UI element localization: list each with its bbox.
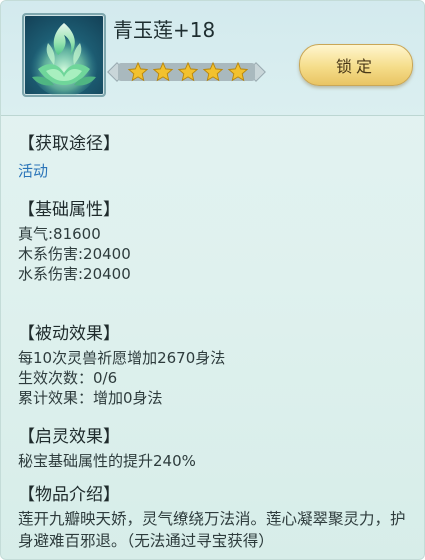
base-attr-line: 木系伤害:20400: [18, 245, 131, 263]
awaken-effect-line: 秘宝基础属性的提升240%: [18, 452, 196, 470]
passive-effect-section: 【被动效果】 每10次灵兽祈愿增加2670身法 生效次数：0/6 累计效果：增加…: [18, 319, 225, 408]
item-header: 青玉莲+18 锁定: [1, 1, 424, 116]
star-icon: [152, 61, 174, 82]
obtain-section: 【获取途径】 活动: [18, 129, 120, 181]
base-attributes-section: 【基础属性】 真气:81600 木系伤害:20400 水系伤害:20400: [18, 195, 131, 284]
passive-effect-title: 【被动效果】: [18, 324, 120, 344]
item-intro-text: 莲开九瓣映天娇，灵气缭绕万法消。莲心凝翠聚灵力，护身避难百邪退。（无法通过寻宝获…: [18, 510, 406, 550]
base-attributes-title: 【基础属性】: [18, 200, 120, 220]
passive-effect-line: 累计效果：增加0身法: [18, 389, 163, 407]
passive-effect-line: 每10次灵兽祈愿增加2670身法: [18, 349, 226, 367]
star-rating: [107, 59, 266, 85]
item-intro-section: 【物品介绍】 莲开九瓣映天娇，灵气缭绕万法消。莲心凝翠聚灵力，护身避难百邪退。（…: [18, 480, 413, 552]
item-icon-frame: [22, 13, 106, 97]
star-icon: [202, 61, 224, 82]
item-tooltip-panel: 青玉莲+18 锁定 【获取途径】 活动 【基础属性】 真气:81600 木系伤害…: [0, 0, 425, 560]
obtain-source-link[interactable]: 活动: [18, 160, 120, 181]
base-attr-line: 水系伤害:20400: [18, 265, 131, 283]
lock-button[interactable]: 锁定: [299, 44, 413, 86]
obtain-title: 【获取途径】: [18, 134, 120, 154]
base-attr-line: 真气:81600: [18, 225, 101, 243]
awaken-effect-section: 【启灵效果】 秘宝基础属性的提升240%: [18, 422, 196, 471]
passive-effect-line: 生效次数：0/6: [18, 369, 118, 387]
awaken-effect-title: 【启灵效果】: [18, 427, 120, 447]
item-intro-title: 【物品介绍】: [18, 485, 120, 505]
item-name: 青玉莲+18: [113, 18, 216, 42]
star-icon: [227, 61, 249, 82]
lotus-flame-icon: [30, 23, 98, 95]
star-icon: [177, 61, 199, 82]
star-icon: [127, 61, 149, 82]
